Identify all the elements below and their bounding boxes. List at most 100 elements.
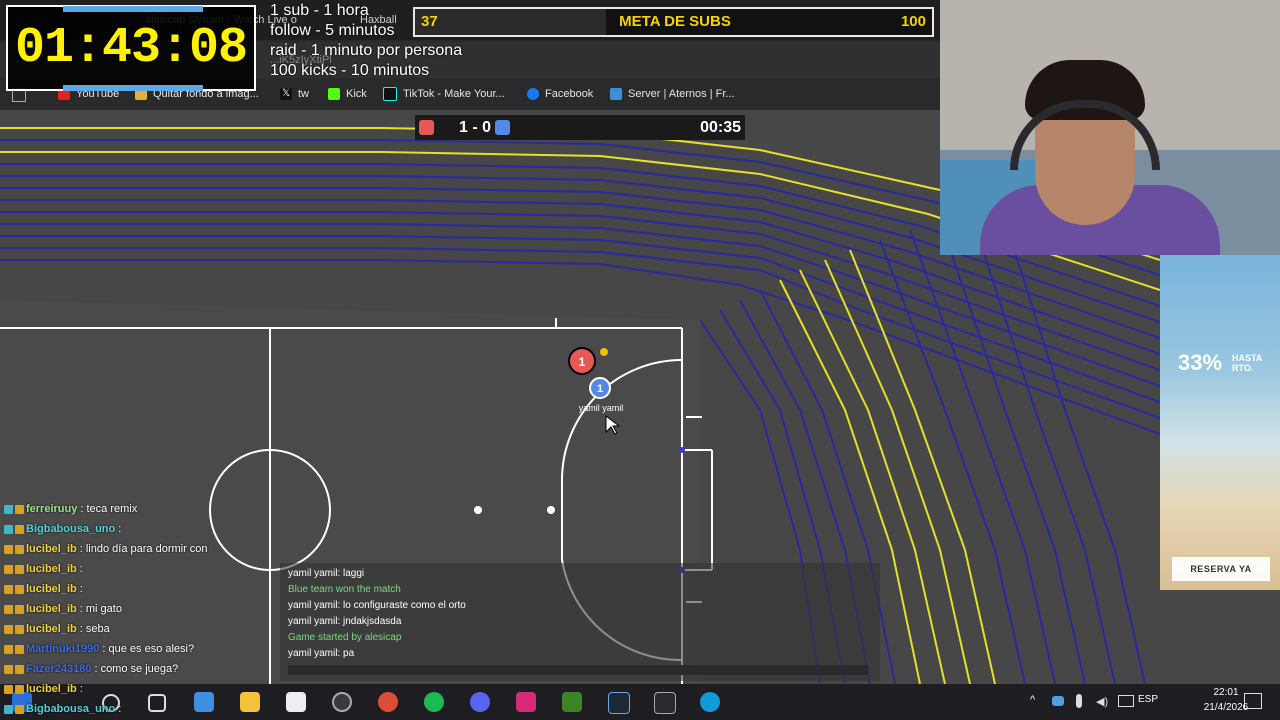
chat-badge-icon	[4, 544, 13, 554]
timer-value: 01:43:08	[14, 20, 248, 77]
chat-text: : como se juega?	[94, 663, 179, 675]
chat-message: lucibel_ib:	[4, 679, 83, 699]
language-indicator[interactable]: ESP	[1138, 694, 1158, 705]
bookmark-tiktok[interactable]: TikTok - Make Your...	[383, 80, 505, 108]
volume-icon[interactable]: ◀)	[1096, 695, 1108, 708]
edge-icon[interactable]	[700, 692, 720, 712]
chat-username[interactable]: lucibel_ib	[26, 683, 77, 695]
game-chat-line: Blue team won the match	[288, 584, 401, 595]
file-explorer-icon[interactable]	[240, 692, 260, 712]
store-icon[interactable]	[194, 692, 214, 712]
chat-badge-icon	[15, 664, 24, 674]
chat-text: :	[118, 523, 122, 535]
kick-icon	[328, 88, 340, 101]
task-view-icon[interactable]	[148, 694, 166, 712]
chat-message: Martinuki1990: que es eso alesi?	[4, 639, 194, 659]
minecraft-icon[interactable]	[562, 692, 582, 712]
instagram-icon[interactable]	[516, 692, 536, 712]
game-chat: yamil yamil: laggi Blue team won the mat…	[280, 563, 880, 681]
chat-badge-icon	[4, 664, 13, 674]
bookmark-label: Kick	[346, 88, 367, 100]
bookmark-label: Facebook	[545, 88, 594, 100]
ball	[547, 506, 555, 514]
chat-badge-icon	[4, 644, 13, 654]
ad-discount: 33%	[1178, 350, 1223, 375]
chat-text: :	[79, 583, 83, 595]
chat-badge-icon	[15, 524, 24, 534]
chat-message: lucibel_ib:	[4, 559, 83, 579]
chat-badge-icon	[15, 624, 24, 634]
rule-sub: 1 sub - 1 hora	[270, 2, 369, 19]
advertisement[interactable]: 33% HASTA RTO. RESERVA YA	[1160, 255, 1280, 590]
chat-username[interactable]: lucibel_ib	[26, 583, 77, 595]
bookmark-kick[interactable]: Kick	[328, 80, 367, 108]
chat-username[interactable]: ferreiruuy	[26, 503, 77, 515]
chat-badge-icon	[15, 584, 24, 594]
chat-badge-icon	[4, 684, 13, 694]
steam-icon[interactable]	[608, 692, 630, 714]
game-chat-input[interactable]	[288, 665, 868, 675]
chat-username[interactable]: Martinuki1990	[26, 643, 99, 655]
ad-hasta-line2: RTO.	[1232, 363, 1254, 373]
network-icon[interactable]	[1118, 695, 1134, 707]
microphone-icon[interactable]	[1076, 694, 1082, 708]
chat-username[interactable]: lucibel_ib	[26, 543, 77, 555]
chat-badge-icon	[15, 704, 24, 714]
chat-text: : mi gato	[79, 603, 122, 615]
blue-player-number: 1	[597, 383, 603, 395]
goal-current: 37	[421, 13, 438, 30]
chat-username[interactable]: lucibel_ib	[26, 563, 77, 575]
spotify-icon[interactable]	[424, 692, 444, 712]
chat-message: lucibel_ib:	[4, 579, 83, 599]
bookmark-aternos[interactable]: Server | Aternos | Fr...	[610, 80, 735, 108]
chat-text: : que es eso alesi?	[102, 643, 195, 655]
obs-icon[interactable]	[332, 692, 352, 712]
onedrive-icon[interactable]	[1052, 696, 1064, 706]
chat-username[interactable]: Bigbabousa_uno	[26, 523, 115, 535]
reserva-button[interactable]: RESERVA YA	[1172, 557, 1270, 581]
chat-badge-icon	[4, 564, 13, 574]
rule-raid: raid - 1 minuto por persona	[270, 42, 463, 59]
discord-icon[interactable]	[470, 692, 490, 712]
chat-badge-icon	[4, 504, 13, 514]
chat-text: :	[118, 703, 122, 715]
chat-badge-icon	[4, 704, 13, 714]
rule-kicks: 100 kicks - 10 minutos	[270, 62, 430, 79]
chat-username[interactable]: lucibel_ib	[26, 603, 77, 615]
match-time: 00:35	[700, 119, 741, 136]
chat-badge-icon	[4, 584, 13, 594]
blue-team-icon	[495, 120, 510, 135]
chat-badge-icon	[4, 604, 13, 614]
capcut-icon[interactable]	[286, 692, 306, 712]
tiktok-icon	[383, 87, 397, 102]
aternos-icon	[610, 88, 622, 101]
chat-badge-icon	[4, 624, 13, 634]
chat-username[interactable]: lucibel_ib	[26, 623, 77, 635]
chat-badge-icon	[15, 644, 24, 654]
epic-games-icon[interactable]	[654, 692, 676, 714]
game-chat-line: yamil yamil: laggi	[288, 568, 365, 579]
scoreboard: 1 - 0 00:35	[415, 115, 745, 140]
x-icon: 𝕏	[280, 88, 292, 101]
chat-badge-icon	[15, 544, 24, 554]
chat-text: : seba	[79, 623, 110, 635]
chrome-icon[interactable]	[378, 692, 398, 712]
chat-badge-icon	[15, 564, 24, 574]
bookmark-facebook[interactable]: Facebook	[527, 80, 593, 108]
rule-follow: follow - 5 minutos	[270, 22, 395, 39]
chat-badge-icon	[4, 524, 13, 534]
notifications-icon[interactable]	[1244, 693, 1262, 709]
chat-username[interactable]: Bigbabousa_uno	[26, 703, 115, 715]
goal-post	[679, 447, 685, 453]
facebook-icon	[527, 88, 539, 101]
chat-text: :	[79, 683, 83, 695]
chat-badge-icon	[15, 684, 24, 694]
bookmark-tw[interactable]: 𝕏tw	[280, 80, 309, 108]
chat-text: :	[79, 563, 83, 575]
game-chat-line: Game started by alesicap	[288, 632, 402, 643]
chevron-up-icon[interactable]: ^	[1030, 694, 1035, 706]
chat-username[interactable]: Fazer243180	[26, 663, 91, 675]
red-player-number: 1	[579, 355, 586, 369]
chat-message: Bigbabousa_uno:	[4, 519, 121, 539]
chat-message: lucibel_ib: mi gato	[4, 599, 122, 619]
